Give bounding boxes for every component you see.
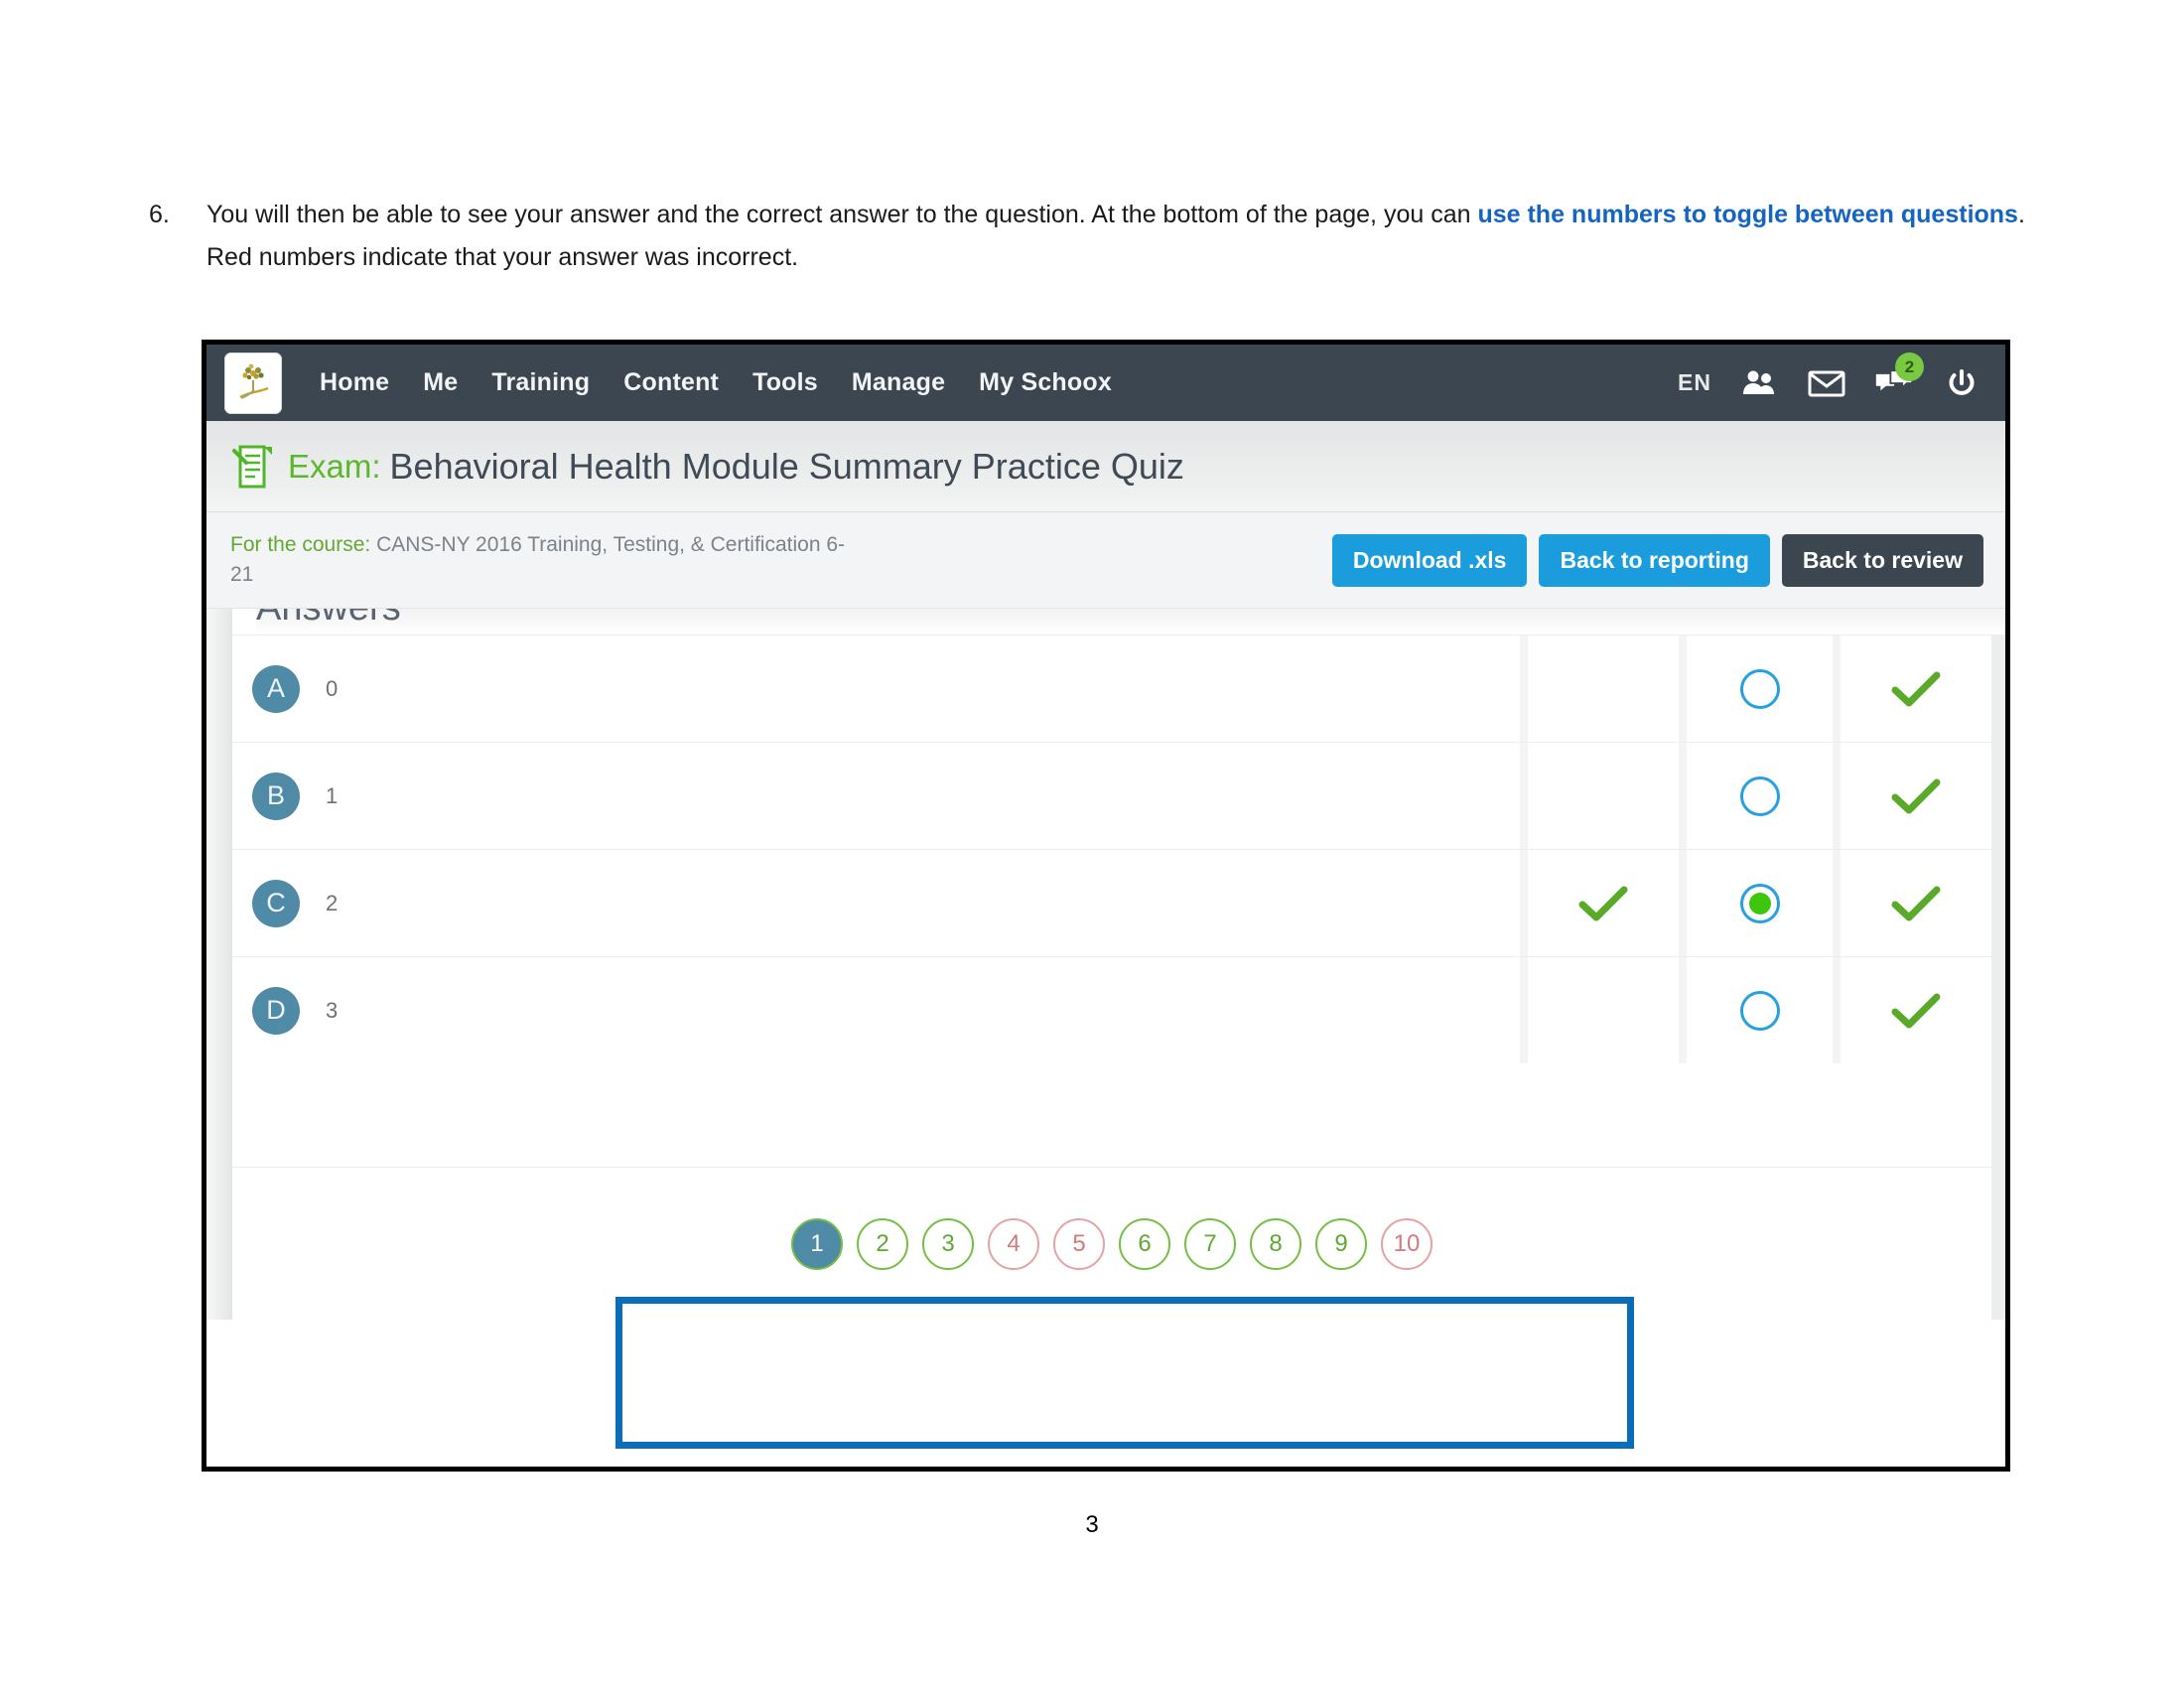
user-answer-cell bbox=[1679, 957, 1833, 1063]
correct-answer-cell bbox=[1520, 957, 1679, 1063]
nav-item-training[interactable]: Training bbox=[491, 368, 590, 397]
user-answer-cell bbox=[1679, 743, 1833, 849]
left-scrollbar[interactable] bbox=[206, 609, 232, 1320]
exam-document-icon bbox=[230, 441, 276, 492]
correct-answer-cell bbox=[1520, 743, 1679, 849]
answers-heading: Answers bbox=[256, 609, 2005, 634]
radio-selected-icon bbox=[1739, 883, 1780, 923]
table-row: D 3 bbox=[232, 956, 1991, 1063]
course-info: For the course: CANS-NY 2016 Training, T… bbox=[230, 530, 846, 590]
exam-prefix-label: Exam: bbox=[288, 447, 381, 485]
nav-right-tools: EN 2 bbox=[1678, 352, 2005, 401]
chat-icon[interactable]: 2 bbox=[1874, 352, 1924, 401]
radio-unselected-icon bbox=[1739, 990, 1780, 1031]
right-scrollbar[interactable] bbox=[1991, 609, 2005, 1320]
option-text: 0 bbox=[326, 675, 339, 701]
green-check-icon bbox=[1578, 886, 1628, 920]
instruction-number: 6. bbox=[149, 201, 170, 228]
power-icon[interactable] bbox=[1942, 365, 1981, 401]
exam-title-bar: Exam: Behavioral Health Module Summary P… bbox=[206, 421, 2005, 512]
table-row: A 0 bbox=[232, 634, 1991, 742]
option-text: 3 bbox=[326, 997, 339, 1023]
page-button-6[interactable]: 6 bbox=[1119, 1217, 1170, 1270]
page-button-5[interactable]: 5 bbox=[1053, 1217, 1105, 1270]
instruction-paragraph: 6. You will then be able to see your ans… bbox=[149, 194, 2035, 279]
correct-answer-cell bbox=[1520, 635, 1679, 742]
course-label: For the course: bbox=[230, 533, 371, 556]
radio-unselected-icon bbox=[1739, 668, 1780, 709]
page-button-8[interactable]: 8 bbox=[1250, 1217, 1301, 1270]
mail-icon[interactable] bbox=[1807, 365, 1846, 401]
nav-item-tools[interactable]: Tools bbox=[752, 368, 818, 397]
option-letter-badge: A bbox=[252, 664, 300, 713]
chat-unread-badge: 2 bbox=[1895, 352, 1924, 381]
option-letter-badge: B bbox=[252, 772, 300, 820]
option-text: 1 bbox=[326, 782, 339, 808]
nav-item-manage[interactable]: Manage bbox=[852, 368, 945, 397]
option-letter-badge: D bbox=[252, 986, 300, 1035]
nav-item-my-schoox[interactable]: My Schoox bbox=[979, 368, 1112, 397]
page-button-10[interactable]: 10 bbox=[1381, 1217, 1433, 1270]
answer-cell: A 0 bbox=[232, 635, 1520, 742]
back-to-reporting-button[interactable]: Back to reporting bbox=[1539, 533, 1770, 587]
validity-cell bbox=[1833, 957, 1991, 1063]
page-button-9[interactable]: 9 bbox=[1315, 1217, 1367, 1270]
language-selector[interactable]: EN bbox=[1678, 369, 1711, 396]
validity-cell bbox=[1833, 635, 1991, 742]
answer-cell: D 3 bbox=[232, 957, 1520, 1063]
question-pagination: 1 2 3 4 5 6 7 8 9 10 bbox=[791, 1217, 1433, 1270]
answers-content-area: Answers A 0 B 1 bbox=[206, 609, 2005, 1320]
top-navigation-bar: Home Me Training Content Tools Manage My… bbox=[206, 345, 2005, 421]
friends-icon[interactable] bbox=[1739, 365, 1779, 401]
option-letter-badge: C bbox=[252, 879, 300, 927]
action-buttons: Download .xls Back to reporting Back to … bbox=[1331, 533, 1983, 587]
back-to-review-button[interactable]: Back to review bbox=[1781, 533, 1983, 587]
question-pagination-bar: 1 2 3 4 5 6 7 8 9 10 bbox=[232, 1167, 1991, 1320]
user-answer-cell bbox=[1679, 635, 1833, 742]
green-check-icon bbox=[1891, 671, 1941, 706]
validity-cell bbox=[1833, 850, 1991, 956]
green-check-icon bbox=[1891, 778, 1941, 813]
table-row: C 2 bbox=[232, 849, 1991, 956]
page-button-2[interactable]: 2 bbox=[857, 1217, 908, 1270]
page-button-4[interactable]: 4 bbox=[988, 1217, 1039, 1270]
instruction-text-part1: You will then be able to see your answer… bbox=[206, 201, 1478, 228]
table-row: B 1 bbox=[232, 742, 1991, 849]
page-button-7[interactable]: 7 bbox=[1184, 1217, 1236, 1270]
instruction-highlight-link: use the numbers to toggle between questi… bbox=[1477, 201, 2018, 228]
course-info-bar: For the course: CANS-NY 2016 Training, T… bbox=[206, 512, 2005, 609]
page-button-1[interactable]: 1 bbox=[791, 1217, 843, 1270]
correct-answer-cell bbox=[1520, 850, 1679, 956]
download-xls-button[interactable]: Download .xls bbox=[1331, 533, 1528, 587]
exam-title: Behavioral Health Module Summary Practic… bbox=[389, 445, 1184, 487]
page-button-3[interactable]: 3 bbox=[922, 1217, 974, 1270]
answer-cell: B 1 bbox=[232, 743, 1520, 849]
screenshot-frame: Home Me Training Content Tools Manage My… bbox=[202, 340, 2010, 1472]
validity-cell bbox=[1833, 743, 1991, 849]
answer-cell: C 2 bbox=[232, 850, 1520, 956]
nav-item-content[interactable]: Content bbox=[623, 368, 719, 397]
page-number: 3 bbox=[1085, 1511, 1099, 1538]
tree-logo-icon[interactable] bbox=[224, 352, 282, 414]
green-check-icon bbox=[1891, 993, 1941, 1028]
nav-links: Home Me Training Content Tools Manage My… bbox=[320, 368, 1112, 397]
user-answer-cell bbox=[1679, 850, 1833, 956]
nav-item-home[interactable]: Home bbox=[320, 368, 389, 397]
radio-unselected-icon bbox=[1739, 775, 1780, 816]
green-check-icon bbox=[1891, 886, 1941, 920]
nav-item-me[interactable]: Me bbox=[423, 368, 458, 397]
radio-dot bbox=[1748, 892, 1771, 914]
option-text: 2 bbox=[326, 890, 339, 915]
